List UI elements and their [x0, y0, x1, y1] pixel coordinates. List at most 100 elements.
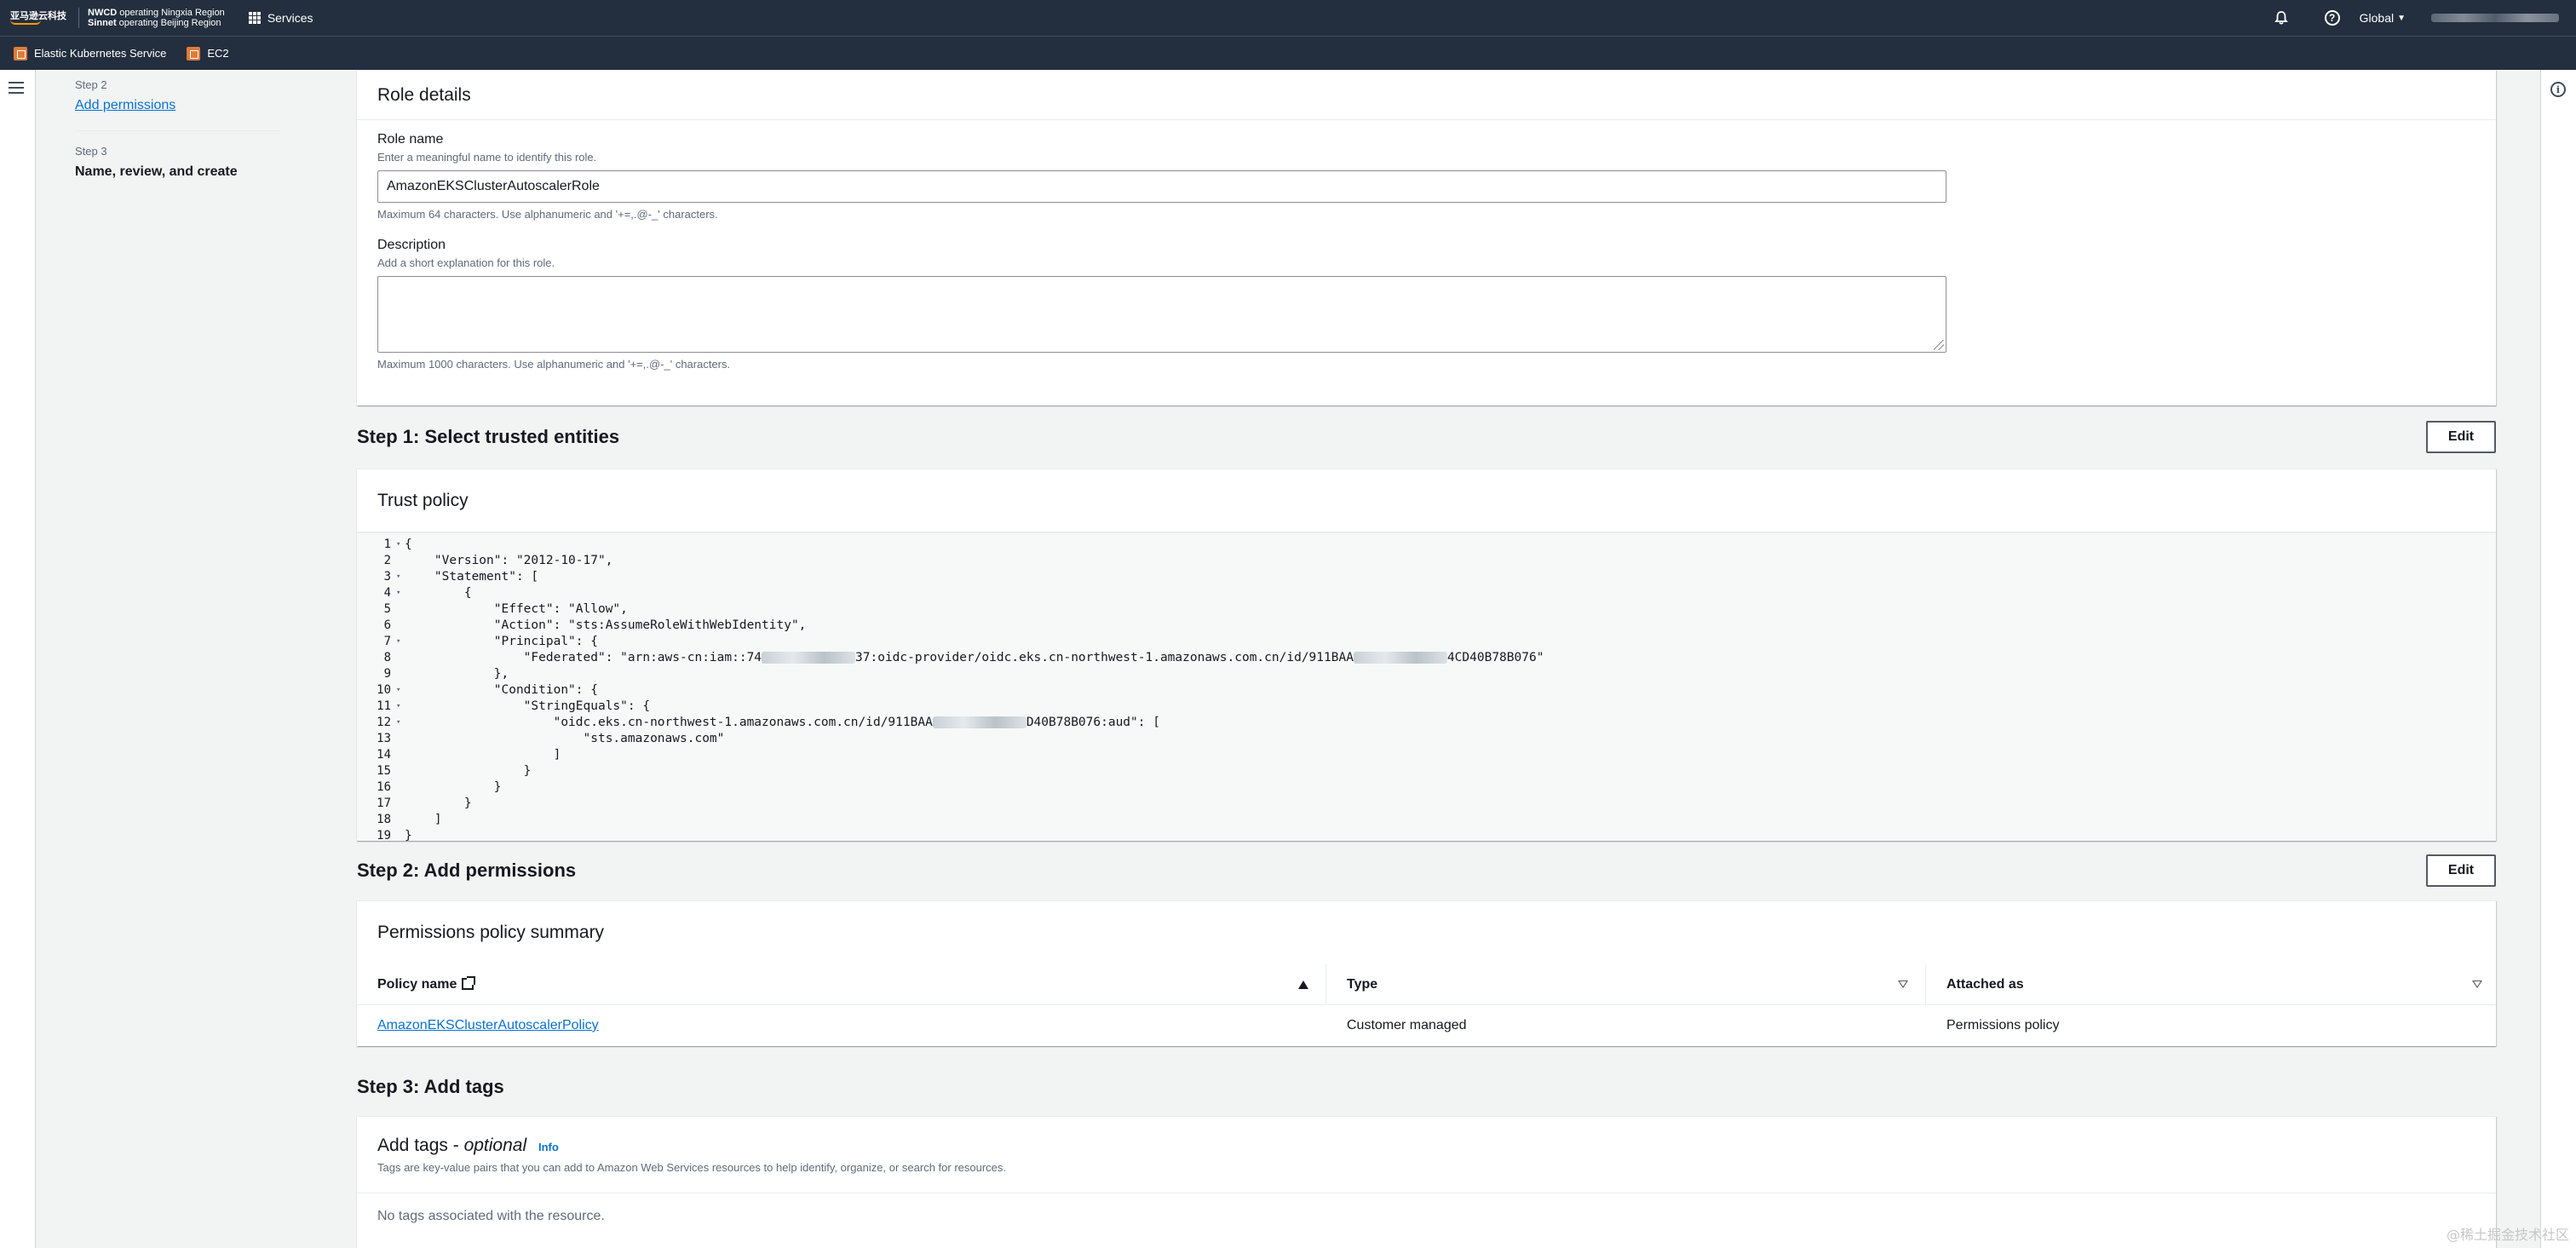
sort-icon[interactable] [1898, 981, 1908, 988]
code-text: "StringEquals": { [405, 699, 651, 713]
code-line: 9 }, [357, 666, 2496, 682]
fold-toggle-icon[interactable]: ▾ [396, 569, 405, 585]
code-text: "Statement": [ [405, 570, 539, 584]
code-text: "Effect": "Allow", [405, 602, 628, 616]
chevron-down-icon: ▼ [2397, 13, 2406, 23]
main-content: Role details Role name Enter a meaningfu… [357, 70, 2496, 1248]
code-text: "Version": "2012-10-17", [405, 554, 613, 567]
step-divider [75, 130, 279, 131]
info-panel-icon[interactable]: i [2550, 82, 2566, 97]
step2-edit-button[interactable]: Edit [2426, 854, 2496, 887]
description-textarea[interactable] [377, 276, 1946, 353]
column-type[interactable]: Type [1326, 964, 1926, 1004]
help-button[interactable]: ? [2315, 0, 2349, 36]
favorite-ec2[interactable]: EC2 [187, 46, 229, 60]
fold-toggle-icon[interactable]: ▾ [396, 537, 405, 553]
step1-edit-button[interactable]: Edit [2426, 421, 2496, 453]
role-name-description: Enter a meaningful name to identify this… [377, 151, 597, 164]
top-navigation: 亚马逊云科技 NWCD operating Ningxia Region Sin… [0, 0, 2576, 36]
line-number: 9 [383, 667, 391, 681]
region-operator-note: NWCD operating Ningxia Region Sinnet ope… [78, 8, 225, 28]
info-link[interactable]: Info [538, 1141, 559, 1153]
line-number: 12 [377, 716, 391, 729]
fold-toggle-icon[interactable]: ▾ [396, 634, 405, 650]
role-name-constraint: Maximum 64 characters. Use alphanumeric … [377, 208, 718, 221]
code-line: 14 ] [357, 747, 2496, 763]
permissions-summary-header: Permissions policy summary [377, 923, 605, 942]
line-number: 8 [383, 651, 391, 664]
code-text: ] [405, 748, 561, 762]
left-rail [0, 70, 36, 1248]
line-number: 16 [377, 780, 391, 794]
line-number: 17 [377, 797, 391, 810]
code-text: { [405, 586, 472, 600]
code-line: 1 ▾{ [357, 537, 2496, 553]
sort-ascending-icon[interactable] [1298, 980, 1308, 989]
help-icon: ? [2324, 10, 2340, 26]
step2-section-header: Step 2: Add permissions Edit [357, 841, 2496, 900]
line-number: 4 [383, 586, 391, 600]
step2-link[interactable]: Add permissions [75, 98, 279, 113]
bell-icon [2274, 11, 2288, 25]
column-attached-as[interactable]: Attached as [1926, 964, 2496, 1004]
code-text: "Condition": { [405, 683, 598, 697]
description-help: Add a short explanation for this role. [377, 256, 555, 269]
account-menu[interactable] [2431, 14, 2559, 22]
ec2-service-icon [187, 46, 201, 60]
services-menu-button[interactable]: Services [248, 11, 313, 25]
fold-toggle-icon[interactable]: ▾ [396, 699, 405, 715]
fold-toggle-icon[interactable]: ▾ [396, 585, 405, 601]
redacted-text [932, 716, 1026, 728]
line-number: 2 [383, 554, 391, 567]
line-number: 6 [383, 618, 391, 632]
column-policy-name[interactable]: Policy name [357, 964, 1326, 1004]
eks-service-icon [14, 46, 27, 60]
code-line: 13 "sts.amazonaws.com" [357, 731, 2496, 747]
code-text: { [405, 538, 412, 551]
logo[interactable]: 亚马逊云科技 [0, 0, 66, 36]
role-name-label: Role name [377, 132, 444, 147]
code-text: "Principal": { [405, 635, 598, 648]
region-selector[interactable]: Global ▼ [2360, 11, 2406, 25]
code-text: "Federated": "arn:aws-cn:iam::74 37:oidc-… [405, 651, 1544, 664]
resize-handle-icon[interactable] [1934, 340, 1944, 350]
sort-icon[interactable] [2472, 981, 2482, 988]
services-label: Services [267, 11, 313, 25]
fold-toggle-icon[interactable]: ▾ [396, 715, 405, 731]
code-line: 11 ▾ "StringEquals": { [357, 699, 2496, 715]
role-name-input[interactable] [377, 170, 1946, 203]
redacted-text [1353, 652, 1447, 664]
code-text: } [405, 780, 502, 794]
policy-name-link[interactable]: AmazonEKSClusterAutoscalerPolicy [377, 1018, 599, 1033]
favorites-bar: Elastic Kubernetes Service EC2 [0, 36, 2576, 70]
trust-policy-code-editor[interactable]: 1 ▾{2 "Version": "2012-10-17", 3 ▾ "Stateme… [357, 532, 2496, 844]
code-line: 17 } [357, 796, 2496, 812]
code-line: 2 "Version": "2012-10-17", [357, 553, 2496, 569]
menu-icon[interactable] [9, 82, 24, 97]
code-text: "oidc.eks.cn-northwest-1.amazonaws.com.c… [405, 716, 1160, 729]
code-line: 10 ▾ "Condition": { [357, 682, 2496, 699]
fold-toggle-icon[interactable]: ▾ [396, 682, 405, 699]
line-number: 18 [377, 813, 391, 826]
role-details-header: Role details [357, 71, 2496, 120]
logo-text: 亚马逊云科技 [10, 11, 66, 21]
code-line: 7 ▾ "Principal": { [357, 634, 2496, 650]
step2-label: Step 2 [75, 78, 107, 91]
policy-type: Customer managed [1347, 1018, 1467, 1032]
region-selector-label: Global [2359, 11, 2395, 25]
description-label: Description [377, 238, 446, 252]
permissions-table-header: Policy name Type Attached as [357, 964, 2496, 1005]
code-line: 19} [357, 828, 2496, 844]
code-line: 4 ▾ { [357, 585, 2496, 601]
right-rail: i [2540, 70, 2576, 1248]
code-text: }, [405, 667, 509, 681]
notifications-button[interactable] [2264, 0, 2298, 36]
favorite-eks[interactable]: Elastic Kubernetes Service [14, 46, 166, 60]
code-line: 15 } [357, 763, 2496, 779]
line-number: 19 [377, 829, 391, 843]
